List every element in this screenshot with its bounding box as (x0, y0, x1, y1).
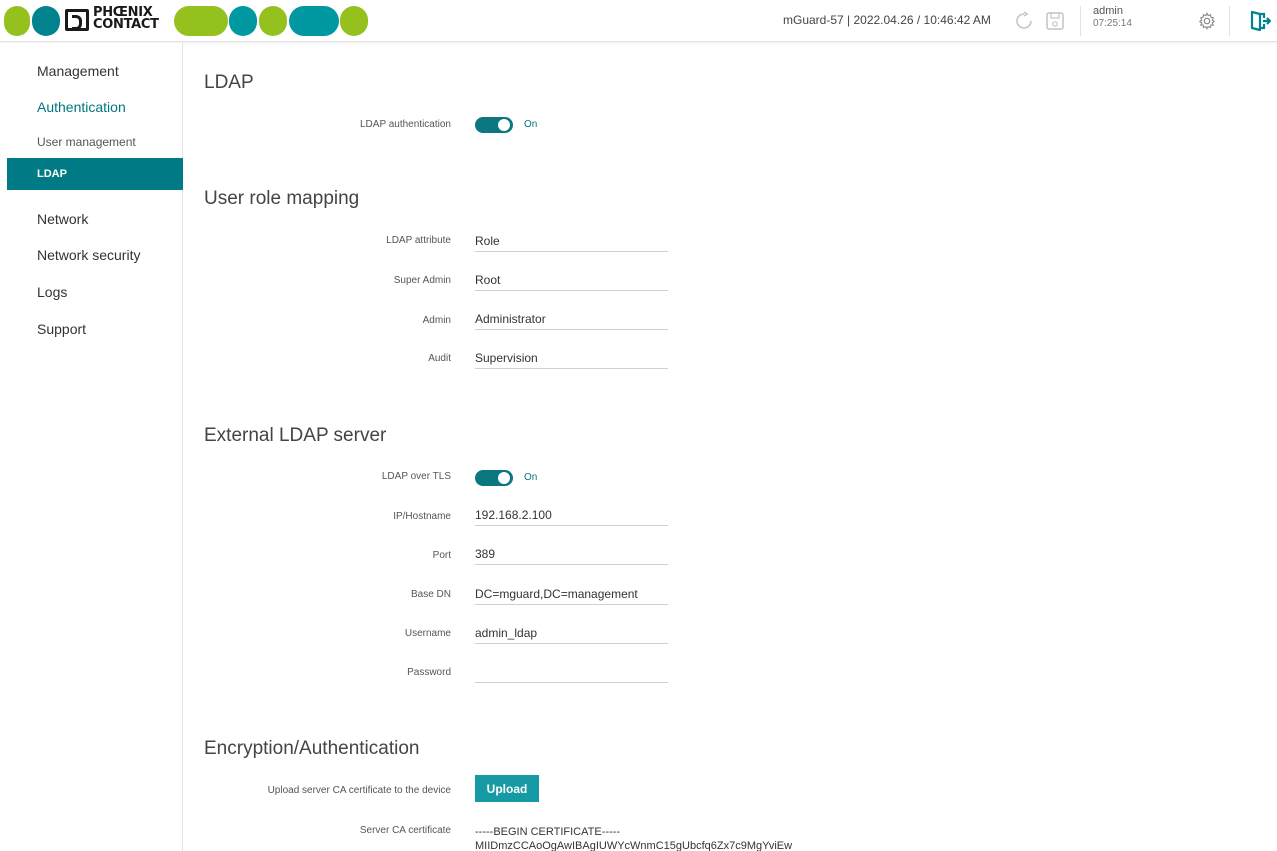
sidebar-item-logs[interactable]: Logs (0, 280, 183, 304)
super-admin-field[interactable] (475, 269, 668, 291)
ldap-attribute-label: LDAP attribute (386, 235, 451, 246)
sidebar-item-support[interactable]: Support (0, 317, 183, 341)
ldap-attribute-field[interactable] (475, 230, 668, 252)
server-ca-certificate-value[interactable]: -----BEGIN CERTIFICATE----- MIIDmzCCAoOg… (475, 825, 792, 851)
sidebar-item-network[interactable]: Network (0, 207, 183, 231)
section-title-ldap: LDAP (204, 72, 254, 93)
audit-field[interactable] (475, 347, 668, 369)
refresh-icon[interactable] (1013, 10, 1035, 32)
session-timer: 07:25:14 (1093, 18, 1132, 29)
admin-field[interactable] (475, 308, 668, 330)
header-divider (1229, 6, 1230, 36)
ip-hostname-field[interactable] (475, 504, 668, 526)
upload-ca-label: Upload server CA certificate to the devi… (267, 785, 451, 796)
save-icon[interactable] (1044, 10, 1066, 32)
certificate-line: MIIDmzCCAoOgAwIBAgIUWYcWnmC15gUbcfq6Zx7c… (475, 840, 793, 851)
sidebar-item-management[interactable]: Management (0, 59, 183, 83)
base-dn-field[interactable] (475, 583, 668, 605)
sidebar-item-authentication[interactable]: Authentication (0, 95, 183, 119)
username-field[interactable] (475, 622, 668, 644)
port-label: Port (432, 550, 451, 561)
server-ca-certificate-label: Server CA certificate (359, 825, 451, 836)
upload-button[interactable]: Upload (475, 775, 539, 802)
ldap-authentication-state: On (524, 119, 538, 130)
password-label: Password (407, 667, 451, 678)
logo-line2: CONTACT (93, 17, 159, 32)
logo-wordmark: PHŒNIX CONTACT (62, 6, 172, 36)
certificate-line: -----BEGIN CERTIFICATE----- (475, 826, 621, 838)
base-dn-label: Base DN (410, 589, 451, 600)
section-title-role-mapping: User role mapping (204, 188, 360, 209)
section-title-encryption: Encryption/Authentication (204, 738, 420, 759)
sidebar: Management Authentication User managemen… (0, 43, 183, 851)
audit-label: Audit (428, 353, 451, 364)
username-label: Username (404, 628, 451, 639)
header-divider (1080, 6, 1081, 36)
ldap-authentication-toggle[interactable] (475, 117, 513, 133)
ldap-over-tls-state: On (524, 472, 538, 483)
sidebar-item-network-security[interactable]: Network security (0, 243, 183, 267)
super-admin-label: Super Admin (393, 275, 451, 286)
admin-label: Admin (422, 315, 451, 326)
ldap-over-tls-label: LDAP over TLS (381, 471, 451, 482)
port-field[interactable] (475, 543, 668, 565)
ip-hostname-label: IP/Hostname (393, 511, 451, 522)
top-bar: PHŒNIX CONTACT mGuard-57 | 2022.04.26 / … (0, 0, 1277, 42)
logout-icon[interactable] (1249, 10, 1271, 32)
ldap-authentication-label: LDAP authentication (360, 119, 451, 130)
user-name: admin (1093, 5, 1123, 17)
user-info[interactable]: admin 07:25:14 (1093, 5, 1132, 29)
device-info: mGuard-57 | 2022.04.26 / 10:46:42 AM (783, 13, 991, 27)
section-title-external-ldap: External LDAP server (204, 425, 387, 446)
gear-icon[interactable] (1196, 10, 1218, 32)
password-field[interactable] (475, 661, 668, 683)
ldap-over-tls-toggle[interactable] (475, 470, 513, 486)
sidebar-item-ldap[interactable]: LDAP (7, 158, 183, 190)
sidebar-item-user-management[interactable]: User management (0, 131, 183, 153)
